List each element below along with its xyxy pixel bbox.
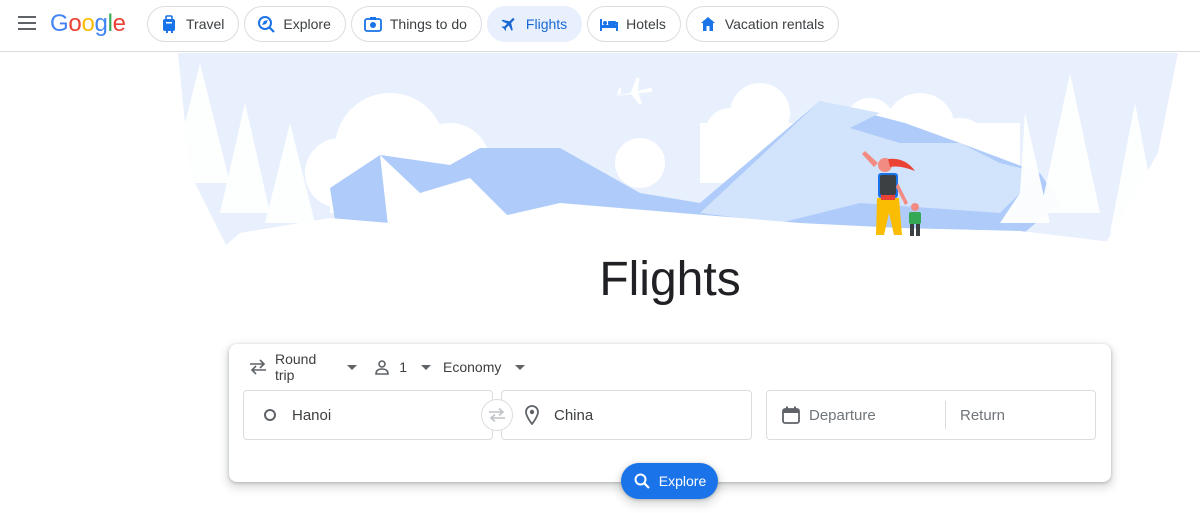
logo-letter: g [94, 10, 108, 37]
cabin-class-value: Economy [443, 359, 502, 375]
explore-button-label: Explore [658, 473, 707, 489]
chip-label: Vacation rentals [724, 16, 825, 32]
destination-field[interactable]: China [501, 390, 752, 440]
logo-letter: o [68, 10, 82, 37]
swap-origin-destination-button[interactable] [481, 399, 513, 431]
passenger-count-value: 1 [399, 359, 407, 375]
return-date-field[interactable]: Return [945, 401, 1095, 429]
chip-label: Explore [283, 16, 331, 32]
origin-value: Hanoi [292, 406, 332, 424]
destination-value: China [554, 406, 594, 424]
logo-letter: e [112, 10, 126, 37]
chip-hotels[interactable]: Hotels [587, 6, 681, 42]
suitcase-icon [160, 15, 178, 33]
chevron-down-icon [347, 364, 357, 370]
travel-nav-chips: Travel Explore Things to do Flights Hote… [147, 6, 840, 42]
calendar-icon [781, 405, 801, 425]
chip-vacation-rentals[interactable]: Vacation rentals [685, 6, 840, 42]
chevron-down-icon [421, 364, 431, 370]
departure-placeholder: Departure [809, 406, 876, 424]
house-icon [699, 15, 717, 33]
chip-label: Hotels [626, 16, 666, 32]
airplane-icon [500, 15, 518, 33]
explore-icon [257, 15, 276, 33]
departure-date-field[interactable]: Departure [781, 391, 941, 439]
logo-letter: G [50, 10, 69, 37]
camera-icon [363, 15, 382, 33]
trip-type-value: Round trip [275, 351, 317, 383]
origin-circle-icon [260, 405, 280, 425]
location-pin-icon [522, 405, 542, 425]
bed-icon [600, 15, 619, 33]
chip-flights[interactable]: Flights [486, 6, 583, 42]
chip-explore[interactable]: Explore [244, 6, 346, 42]
hamburger-menu-icon [18, 16, 36, 30]
page-title: Flights [599, 253, 741, 306]
chip-things-to-do[interactable]: Things to do [350, 6, 482, 42]
top-app-bar: Google Travel Explore Things to do Fligh… [0, 0, 1200, 52]
logo-letter: o [81, 10, 95, 37]
main-menu-button[interactable] [12, 8, 42, 38]
chip-label: Flights [525, 16, 568, 32]
search-icon [633, 472, 651, 490]
cabin-class-select[interactable]: Economy [437, 354, 531, 380]
explore-button[interactable]: Explore [621, 463, 718, 499]
chip-travel[interactable]: Travel [147, 6, 240, 42]
origin-field[interactable]: Hanoi [243, 390, 493, 440]
search-options-row: Round trip 1 Economy [243, 351, 531, 383]
person-icon [373, 357, 391, 377]
return-placeholder: Return [960, 406, 1006, 424]
swap-arrows-icon [249, 357, 267, 377]
hero-illustration [0, 53, 1200, 268]
google-logo[interactable]: Google [50, 9, 126, 39]
date-range-field: Departure Return [766, 390, 1096, 440]
swap-icon [489, 408, 505, 422]
flight-search-card: Round trip 1 Economy Hanoi China Departu… [229, 344, 1111, 482]
chip-label: Things to do [389, 16, 467, 32]
trip-type-select[interactable]: Round trip [243, 351, 363, 383]
chevron-down-icon [515, 364, 526, 370]
passenger-count-select[interactable]: 1 [367, 354, 437, 380]
chip-label: Travel [186, 16, 225, 32]
